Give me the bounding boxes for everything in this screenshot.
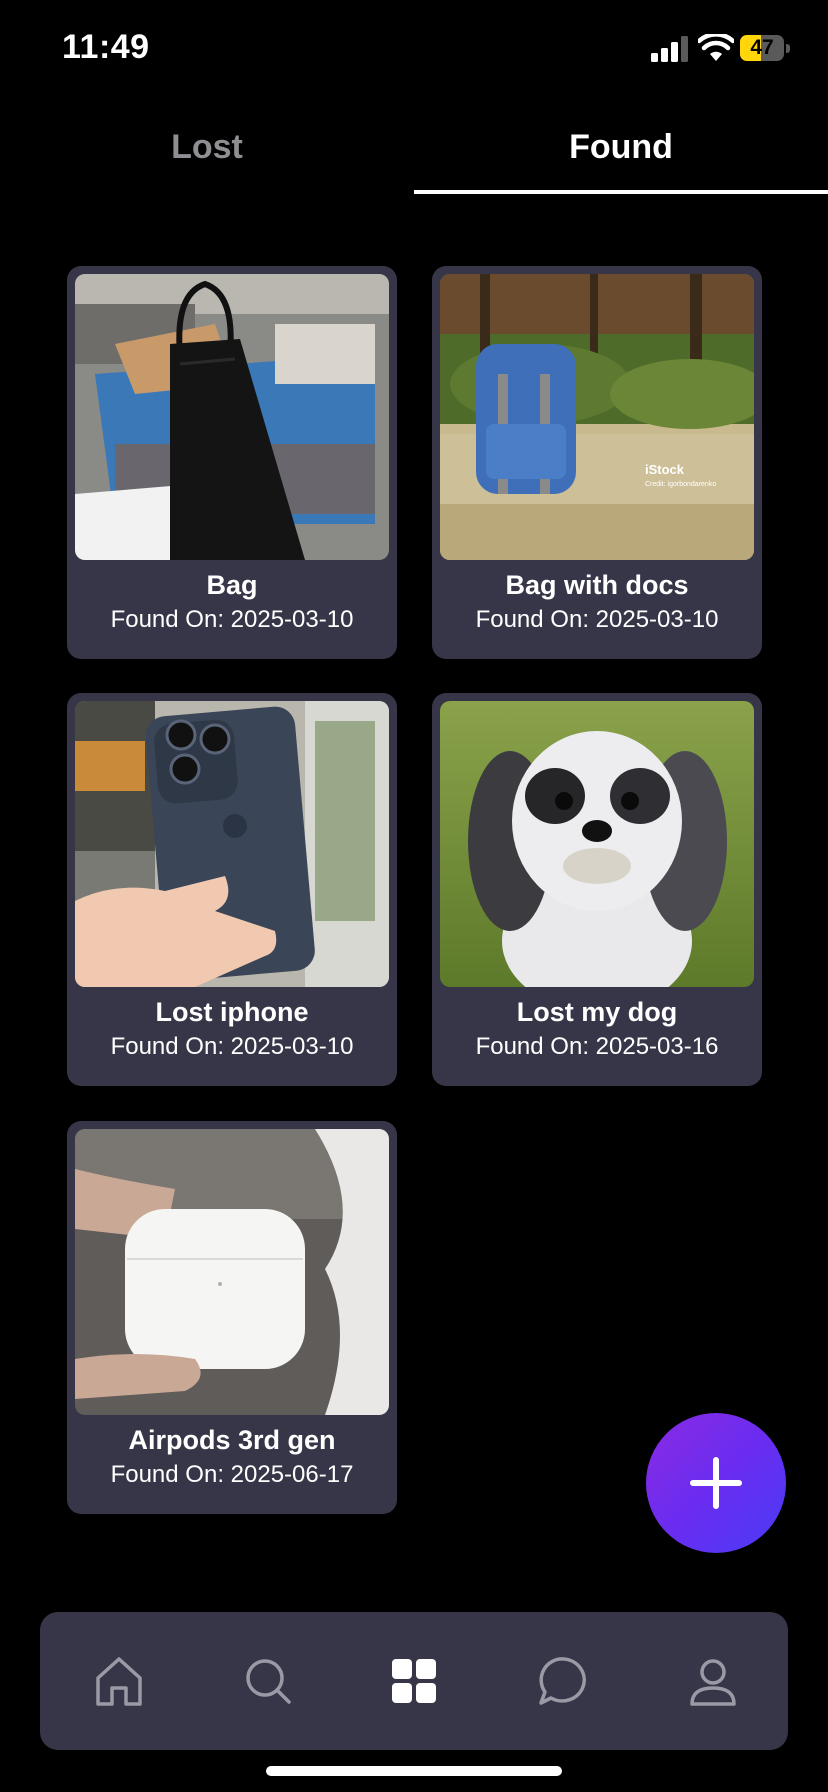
battery-level: 47	[750, 36, 774, 59]
item-date: Found On: 2025-03-10	[475, 606, 719, 633]
item-title: Lost my dog	[516, 997, 678, 1027]
item-photo	[75, 1129, 389, 1415]
nav-profile[interactable]	[678, 1646, 748, 1716]
lost-found-tabs: Lost Found	[0, 108, 828, 198]
watermark-brand: iStock	[645, 462, 685, 477]
wifi-icon	[698, 34, 734, 61]
item-card[interactable]: Bag Found On: 2025-03-10	[67, 266, 397, 659]
grid-icon	[392, 1659, 436, 1703]
tab-found[interactable]: Found	[414, 108, 828, 190]
item-card[interactable]: Lost iphone Found On: 2025-03-10	[67, 693, 397, 1086]
item-title: Bag with docs	[505, 570, 689, 600]
search-icon	[246, 1659, 291, 1704]
watermark-credit: Credit: igorbondarenko	[645, 481, 716, 488]
item-photo	[75, 701, 389, 987]
battery-icon: 47	[740, 35, 790, 61]
home-icon	[96, 1657, 142, 1706]
item-photo	[75, 274, 389, 560]
item-card[interactable]: Airpods 3rd gen Found On: 2025-06-17	[67, 1121, 397, 1514]
chat-icon	[539, 1657, 586, 1705]
cellular-signal-icon	[651, 36, 688, 62]
bottom-navigation	[40, 1612, 788, 1750]
item-photo	[440, 701, 754, 987]
item-date: Found On: 2025-03-10	[110, 1033, 354, 1060]
item-title: Bag	[206, 570, 258, 600]
item-card[interactable]: iStock Credit: igorbondarenko Bag with d…	[432, 266, 762, 659]
item-date: Found On: 2025-06-17	[110, 1461, 354, 1488]
item-date: Found On: 2025-03-16	[475, 1033, 719, 1060]
profile-icon	[690, 1659, 736, 1706]
item-date: Found On: 2025-03-10	[110, 606, 354, 633]
home-indicator	[266, 1766, 562, 1776]
nav-chat[interactable]	[529, 1646, 599, 1716]
tab-lost[interactable]: Lost	[0, 108, 414, 190]
status-bar: 11:49 47	[0, 0, 828, 100]
active-tab-indicator	[414, 190, 828, 194]
nav-search[interactable]	[233, 1646, 303, 1716]
nav-home[interactable]	[84, 1646, 154, 1716]
item-card[interactable]: Lost my dog Found On: 2025-03-16	[432, 693, 762, 1086]
nav-grid[interactable]	[379, 1646, 449, 1716]
item-photo: iStock Credit: igorbondarenko	[440, 274, 754, 560]
item-title: Lost iphone	[155, 997, 309, 1027]
add-item-button[interactable]	[646, 1413, 786, 1553]
status-time: 11:49	[62, 28, 150, 66]
item-title: Airpods 3rd gen	[128, 1425, 336, 1455]
